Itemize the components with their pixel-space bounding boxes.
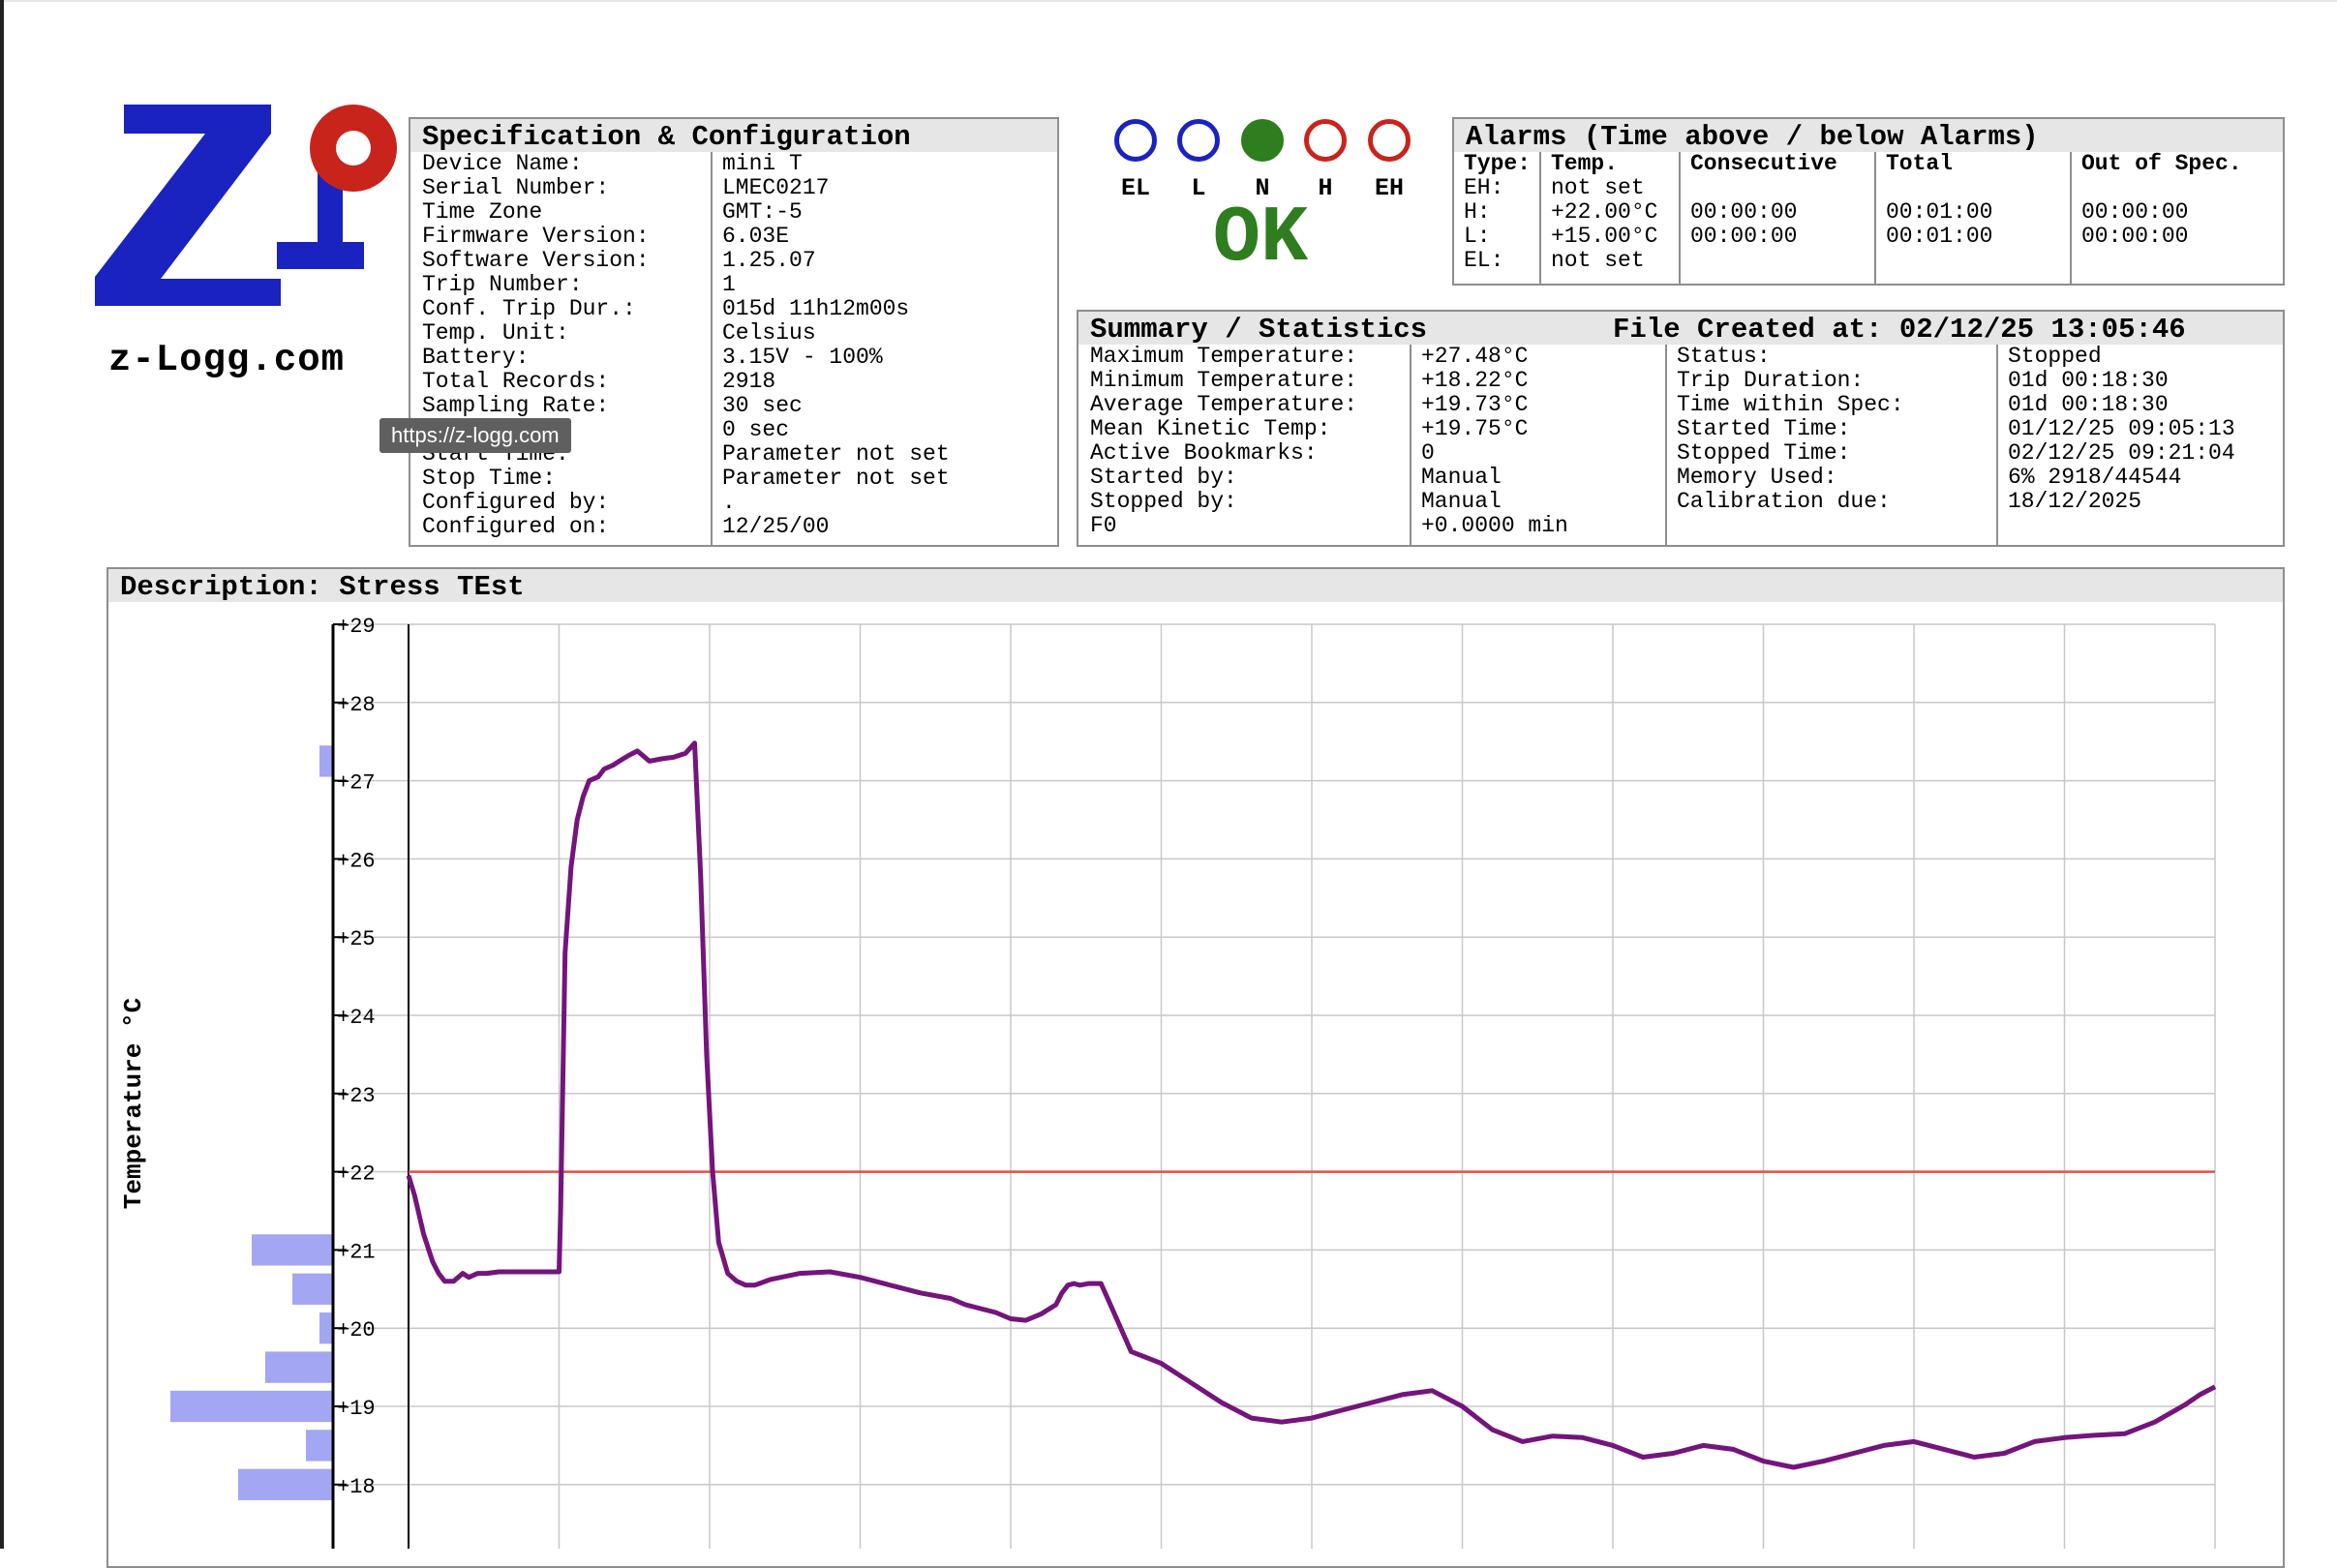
y-tick-label: +23: [337, 1084, 376, 1108]
y-tick-label: +20: [337, 1318, 376, 1342]
histogram-bar: [238, 1468, 333, 1500]
y-tick-label: +29: [337, 615, 376, 639]
temperature-chart[interactable]: +18 +19 +20 +21 +22 +23 +24 +25 +26 +27 +28 +29 Temp…: [0, 0, 2337, 1549]
histogram-bar: [319, 1312, 333, 1344]
y-tick-label: +25: [337, 927, 376, 951]
y-axis-label: Temperature °C: [119, 998, 148, 1209]
histogram-bar: [306, 1430, 333, 1462]
y-tick-label: +22: [337, 1162, 376, 1187]
y-tick-label: +24: [337, 1006, 376, 1030]
histogram-bar: [265, 1351, 333, 1383]
y-tick-label: +26: [337, 849, 376, 873]
histogram-bar: [252, 1234, 333, 1266]
histogram-bar: [319, 745, 333, 777]
y-tick-label: +19: [337, 1397, 376, 1421]
y-tick-label: +21: [337, 1240, 376, 1264]
y-tick-label: +27: [337, 771, 376, 796]
histogram-bar: [292, 1273, 333, 1305]
histogram-bar: [170, 1390, 333, 1423]
y-tick-label: +28: [337, 693, 376, 717]
y-tick-label: +18: [337, 1475, 376, 1499]
